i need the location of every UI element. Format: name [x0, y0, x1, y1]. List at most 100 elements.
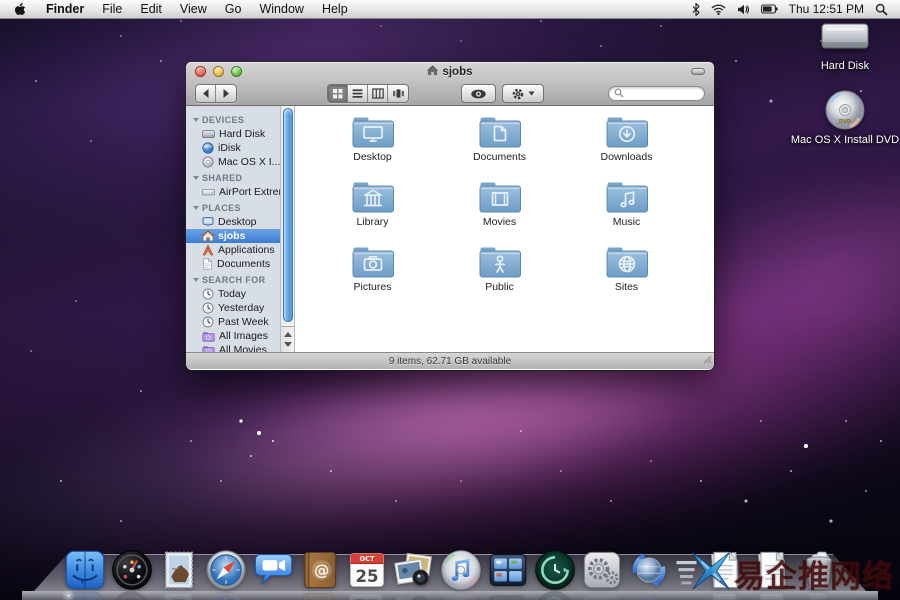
- dock-stack-documents-2-icon[interactable]: [749, 547, 794, 592]
- action-button[interactable]: [502, 84, 544, 103]
- dock-dashboard-icon[interactable]: [109, 547, 154, 592]
- disclosure-triangle-icon[interactable]: [193, 206, 199, 210]
- back-button[interactable]: [196, 85, 216, 102]
- folder-downloads[interactable]: Downloads: [563, 114, 690, 179]
- sidebar-item-applications[interactable]: Applications: [186, 243, 280, 257]
- dock-safari-icon[interactable]: [203, 547, 248, 592]
- sidebar-item-mac-os-x-i-[interactable]: Mac OS X I...: [186, 155, 280, 169]
- sidebar-item-label: Documents: [217, 258, 270, 270]
- scroll-down-button[interactable]: [284, 342, 292, 347]
- sidebar-item-yesterday[interactable]: Yesterday: [186, 301, 280, 315]
- menu-item-file[interactable]: File: [93, 0, 131, 18]
- home-icon: [202, 230, 214, 242]
- menu-item-help[interactable]: Help: [313, 0, 357, 18]
- apple-menu-icon[interactable]: [0, 2, 37, 17]
- finder-window: sjobs DEVICESHard DiskiDiskMac OS X I...…: [186, 62, 714, 370]
- menu-bar: FinderFileEditViewGoWindowHelp Thu 12:51…: [0, 0, 900, 19]
- desktop-icon-hard-disk[interactable]: Hard Disk: [783, 18, 900, 72]
- spotlight-icon[interactable]: [875, 3, 888, 16]
- clock-icon: [202, 316, 214, 328]
- toolbar-toggle-button[interactable]: [691, 68, 705, 75]
- folder-music[interactable]: Music: [563, 179, 690, 244]
- dock-system-preferences-icon[interactable]: [579, 547, 624, 592]
- minimize-button[interactable]: [213, 66, 224, 77]
- icon-view-button[interactable]: [328, 85, 348, 102]
- desktop-icon-mac-os-x-install-dvd[interactable]: DVDMac OS X Install DVD: [783, 88, 900, 146]
- dock-address-book-icon[interactable]: @@: [297, 547, 342, 592]
- sidebar-item-all-images[interactable]: All Images: [186, 329, 280, 343]
- menu-item-window[interactable]: Window: [250, 0, 312, 18]
- dock-trash-icon[interactable]: [796, 547, 841, 592]
- close-button[interactable]: [195, 66, 206, 77]
- forward-button[interactable]: [216, 85, 236, 102]
- folder-desktop[interactable]: Desktop: [309, 114, 436, 179]
- sidebar-section-devices[interactable]: DEVICES: [186, 111, 280, 127]
- folder-icon: [350, 244, 396, 280]
- desktop-icon-label: Mac OS X Install DVD: [791, 134, 899, 146]
- disclosure-triangle-icon[interactable]: [193, 118, 199, 122]
- dock-ichat-icon[interactable]: [250, 547, 295, 592]
- dock-mail-icon[interactable]: [156, 547, 201, 592]
- folder-label: Desktop: [353, 151, 392, 163]
- list-view-button[interactable]: [348, 85, 368, 102]
- dock-ical-icon[interactable]: OCT25OCT25: [344, 547, 389, 592]
- sidebar-item-past-week[interactable]: Past Week: [186, 315, 280, 329]
- sidebar-item-desktop[interactable]: Desktop: [186, 215, 280, 229]
- sidebar-item-label: Desktop: [218, 216, 257, 228]
- sidebar-item-sjobs[interactable]: sjobs: [186, 229, 280, 243]
- coverflow-view-button[interactable]: [388, 85, 408, 102]
- search-input[interactable]: [608, 86, 705, 101]
- window-toolbar: [186, 81, 714, 106]
- scroll-up-button[interactable]: [284, 332, 292, 337]
- sidebar-item-idisk[interactable]: iDisk: [186, 141, 280, 155]
- folder-label: Documents: [473, 151, 526, 163]
- status-bar: 9 items, 62.71 GB available: [186, 352, 714, 369]
- smart-folder-icon: [202, 331, 215, 342]
- scrollbar-thumb[interactable]: [283, 108, 293, 322]
- folder-documents[interactable]: Documents: [436, 114, 563, 179]
- battery-icon[interactable]: [761, 4, 778, 14]
- sidebar-item-today[interactable]: Today: [186, 287, 280, 301]
- folder-movies[interactable]: Movies: [436, 179, 563, 244]
- menu-item-edit[interactable]: Edit: [131, 0, 171, 18]
- sidebar-item-all-movies[interactable]: All Movies: [186, 343, 280, 352]
- folder-sites[interactable]: Sites: [563, 244, 690, 309]
- desktop-places-icon: [202, 216, 214, 228]
- magnifier-icon: [614, 85, 624, 103]
- sidebar-item-airport-extreme[interactable]: AirPort Extreme: [186, 185, 280, 199]
- column-view-button[interactable]: [368, 85, 388, 102]
- menu-item-finder[interactable]: Finder: [37, 0, 93, 18]
- dock-time-machine-icon[interactable]: [532, 547, 577, 592]
- menu-clock[interactable]: Thu 12:51 PM: [789, 2, 864, 16]
- menu-item-view[interactable]: View: [171, 0, 216, 18]
- sidebar-item-documents[interactable]: Documents: [186, 257, 280, 271]
- sidebar-section-places[interactable]: PLACES: [186, 199, 280, 215]
- resize-grip[interactable]: [703, 355, 712, 367]
- volume-icon[interactable]: [737, 4, 750, 15]
- running-indicator: [66, 593, 71, 598]
- dock-sync-icon[interactable]: [626, 547, 671, 592]
- dock-spaces-icon[interactable]: [485, 547, 530, 592]
- folder-public[interactable]: Public: [436, 244, 563, 309]
- folder-library[interactable]: Library: [309, 179, 436, 244]
- sidebar-scrollbar[interactable]: [281, 106, 295, 352]
- sidebar-section-shared[interactable]: SHARED: [186, 169, 280, 185]
- folder-pictures[interactable]: Pictures: [309, 244, 436, 309]
- disclosure-triangle-icon[interactable]: [193, 176, 199, 180]
- sidebar-item-hard-disk[interactable]: Hard Disk: [186, 127, 280, 141]
- zoom-button[interactable]: [231, 66, 242, 77]
- disclosure-triangle-icon[interactable]: [193, 278, 199, 282]
- window-titlebar[interactable]: sjobs: [186, 62, 714, 81]
- sidebar-section-search-for[interactable]: SEARCH FOR: [186, 271, 280, 287]
- folder-label: Downloads: [601, 151, 653, 163]
- applications-icon: [202, 244, 214, 256]
- dock-itunes-icon[interactable]: [438, 547, 483, 592]
- quick-look-button[interactable]: [461, 84, 496, 103]
- wifi-icon[interactable]: [711, 4, 726, 15]
- dock-stack-documents-icon[interactable]: [702, 547, 747, 592]
- bluetooth-icon[interactable]: [692, 3, 700, 16]
- dock-iphoto-icon[interactable]: [391, 547, 436, 592]
- dock-finder-icon[interactable]: [62, 547, 107, 592]
- window-header[interactable]: sjobs: [186, 62, 714, 106]
- menu-item-go[interactable]: Go: [216, 0, 251, 18]
